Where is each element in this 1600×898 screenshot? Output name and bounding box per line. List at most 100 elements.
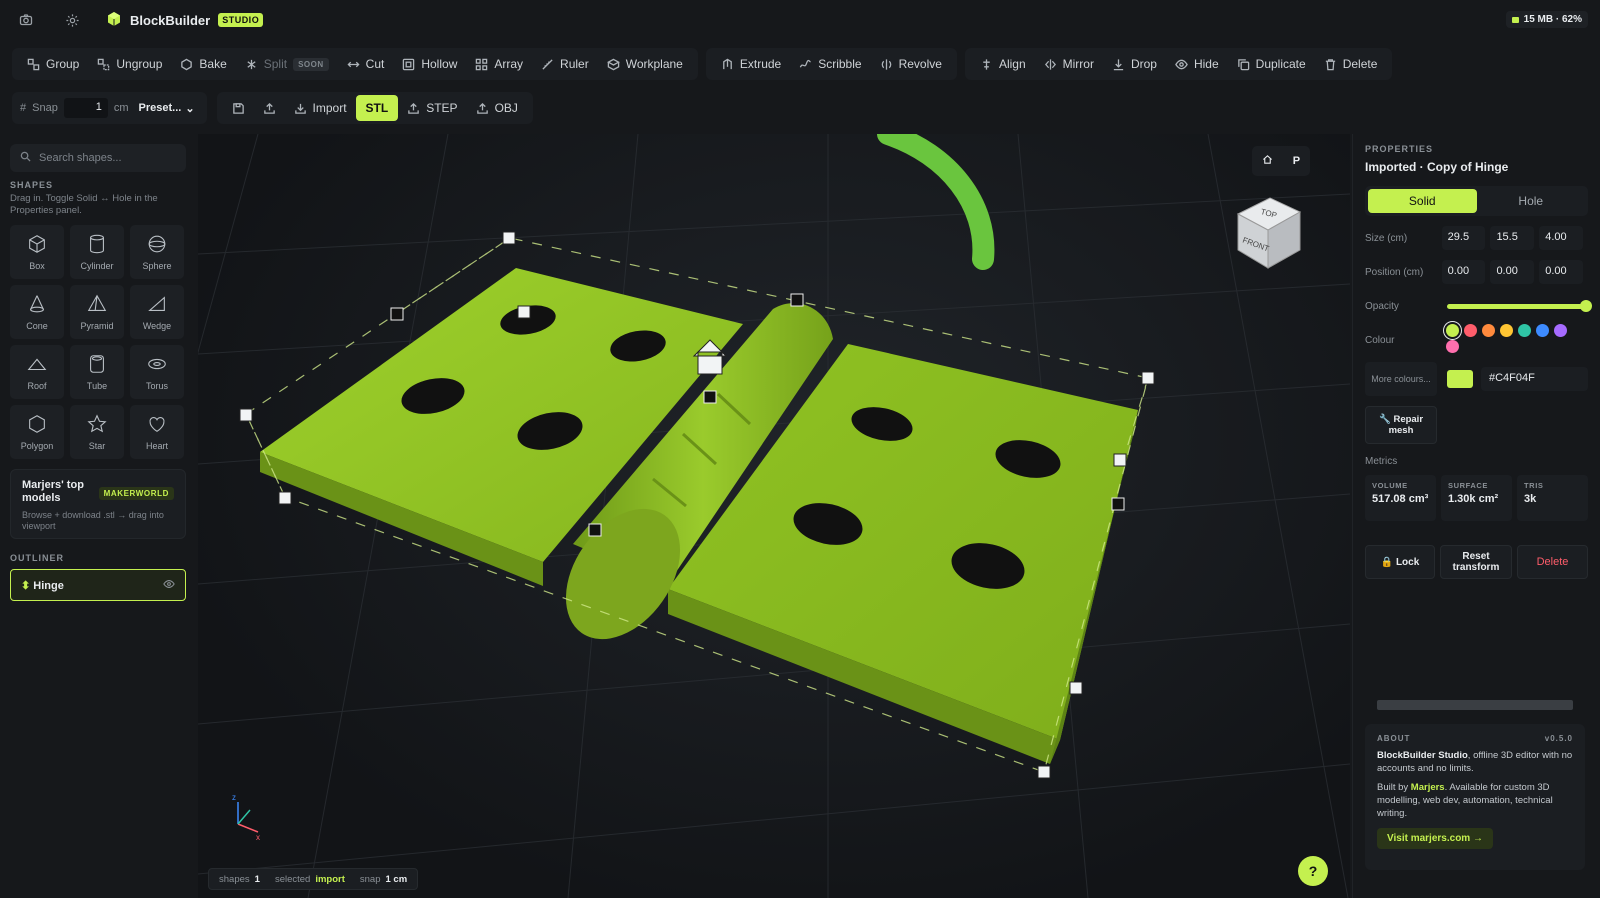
shape-sphere[interactable]: Sphere [130, 225, 184, 279]
shape-tube[interactable]: Tube [70, 345, 124, 399]
colour-swatch[interactable] [1499, 324, 1513, 337]
metric-volume: VOLUME 517.08 cm³ [1365, 475, 1436, 521]
scene-canvas[interactable]: z x [198, 134, 1350, 898]
mirror-button[interactable]: Mirror [1035, 50, 1103, 78]
camera-icon[interactable] [14, 8, 38, 32]
delete-shape-button[interactable]: Delete [1517, 545, 1588, 579]
export-stl-button[interactable]: STL [355, 95, 399, 121]
ungroup-button[interactable]: Ungroup [88, 50, 171, 78]
hex-input[interactable]: #C4F04F [1481, 367, 1588, 391]
colour-swatch[interactable] [1517, 324, 1531, 337]
array-button[interactable]: Array [466, 50, 532, 78]
save-button[interactable] [223, 94, 254, 122]
makerworld-card[interactable]: Marjers' top models MAKERWORLD Browse + … [10, 469, 186, 539]
workplane-button[interactable]: Workplane [598, 50, 692, 78]
colour-label: Colour [1365, 334, 1395, 346]
snap-input[interactable]: 1 [63, 98, 108, 118]
view-cube[interactable]: TOP FRONT [1228, 188, 1308, 274]
export-step-button[interactable]: STEP [398, 94, 466, 122]
shape-box[interactable]: Box [10, 225, 64, 279]
import-button[interactable]: Import [285, 94, 356, 122]
more-colours-button[interactable]: More colours... [1365, 362, 1437, 396]
app-brand: BlockBuilder STUDIO [106, 11, 264, 30]
size-y-input[interactable]: 15.5 [1490, 226, 1535, 250]
shape-roof[interactable]: Roof [10, 345, 64, 399]
marjers-link[interactable]: Marjers [1411, 782, 1445, 793]
colour-swatch[interactable] [1481, 324, 1495, 337]
position-row: Position (cm) 0.00 0.00 0.00 [1365, 260, 1588, 284]
position-y-input[interactable]: 0.00 [1490, 260, 1535, 284]
visit-website-button[interactable]: Visit marjers.com → [1377, 828, 1493, 849]
toolbar-group-edit: Group Ungroup Bake Split SOON Cut Hollow … [12, 48, 698, 80]
preset-select[interactable]: Preset... ⌄ [135, 102, 199, 115]
viewport-3d[interactable]: z x P TOP FRONT shapes 1 selected import s… [198, 134, 1350, 898]
status-shapes-label: shapes [219, 873, 250, 885]
memory-indicator: 15 MB · 62% [1505, 11, 1588, 28]
extrude-icon [722, 58, 732, 69]
rotate-gizmo-arc [877, 134, 995, 270]
shape-cylinder[interactable]: Cylinder [70, 225, 124, 279]
position-z-input[interactable]: 0.00 [1539, 260, 1583, 284]
size-x-input[interactable]: 29.5 [1441, 226, 1486, 250]
delete-button[interactable]: Delete [1315, 50, 1387, 78]
share-button[interactable] [254, 94, 285, 122]
position-x-input[interactable]: 0.00 [1441, 260, 1486, 284]
status-bar: shapes 1 selected import snap 1 cm [208, 868, 419, 890]
shape-cone[interactable]: Cone [10, 285, 64, 339]
cut-button[interactable]: Cut [338, 50, 394, 78]
group-button[interactable]: Group [18, 50, 88, 78]
opacity-slider[interactable] [1447, 299, 1592, 312]
colour-swatch[interactable] [1463, 324, 1477, 337]
colour-swatch[interactable] [1553, 324, 1567, 337]
colour-swatch[interactable] [1535, 324, 1549, 337]
makerworld-subtitle: Browse + download .stl → drag into viewp… [22, 510, 164, 531]
hide-button[interactable]: Hide [1166, 50, 1228, 78]
home-icon[interactable] [1262, 154, 1273, 168]
outliner-item-hinge[interactable]: ⬍ Hinge [10, 569, 186, 601]
chevron-down-icon: ⌄ [185, 102, 195, 115]
drop-icon [1113, 58, 1124, 70]
surface-label: SURFACE [1448, 481, 1489, 490]
size-z-input[interactable]: 4.00 [1539, 226, 1583, 250]
colour-swatch[interactable] [1445, 340, 1459, 353]
metric-surface: SURFACE 1.30k cm² [1441, 475, 1512, 521]
about-built-by: Built by [1377, 782, 1411, 793]
drop-button[interactable]: Drop [1103, 50, 1166, 78]
scribble-button[interactable]: Scribble [790, 50, 870, 78]
shape-label: Star [88, 441, 106, 451]
bake-button[interactable]: Bake [171, 50, 235, 78]
shape-star[interactable]: Star [70, 405, 124, 459]
eye-icon[interactable] [163, 579, 175, 592]
colour-swatch[interactable] [1445, 324, 1459, 337]
panel-scrollbar[interactable] [1377, 700, 1573, 710]
reset-transform-button[interactable]: Reset transform [1440, 545, 1512, 579]
export-obj-button[interactable]: OBJ [467, 94, 527, 122]
repair-mesh-button[interactable]: 🔧 Repair mesh [1365, 406, 1437, 444]
duplicate-button[interactable]: Duplicate [1228, 50, 1315, 78]
colour-preview[interactable] [1447, 370, 1473, 388]
lock-button[interactable]: 🔒 Lock [1365, 545, 1435, 579]
ruler-button[interactable]: Ruler [532, 50, 598, 78]
hole-button[interactable]: Hole [1477, 189, 1586, 213]
perspective-toggle[interactable]: P [1293, 155, 1300, 167]
gear-icon[interactable] [60, 8, 84, 32]
shape-polygon[interactable]: Polygon [10, 405, 64, 459]
sphere-icon [148, 235, 166, 253]
shape-wedge[interactable]: Wedge [130, 285, 184, 339]
cube-logo-icon [106, 11, 122, 30]
array-label: Array [494, 57, 524, 71]
search-icon [20, 151, 31, 165]
upload-icon [263, 102, 275, 114]
solid-button[interactable]: Solid [1368, 189, 1477, 213]
shape-torus[interactable]: Torus [130, 345, 184, 399]
revolve-button[interactable]: Revolve [871, 50, 951, 78]
split-button[interactable]: Split SOON [236, 50, 338, 78]
shape-label: Polygon [20, 441, 54, 451]
shape-pyramid[interactable]: Pyramid [70, 285, 124, 339]
help-button[interactable]: ? [1298, 856, 1328, 886]
hollow-button[interactable]: Hollow [393, 50, 466, 78]
align-button[interactable]: Align [971, 50, 1035, 78]
extrude-button[interactable]: Extrude [712, 50, 790, 78]
shape-heart[interactable]: Heart [130, 405, 184, 459]
search-input[interactable]: Search shapes... [10, 144, 186, 172]
